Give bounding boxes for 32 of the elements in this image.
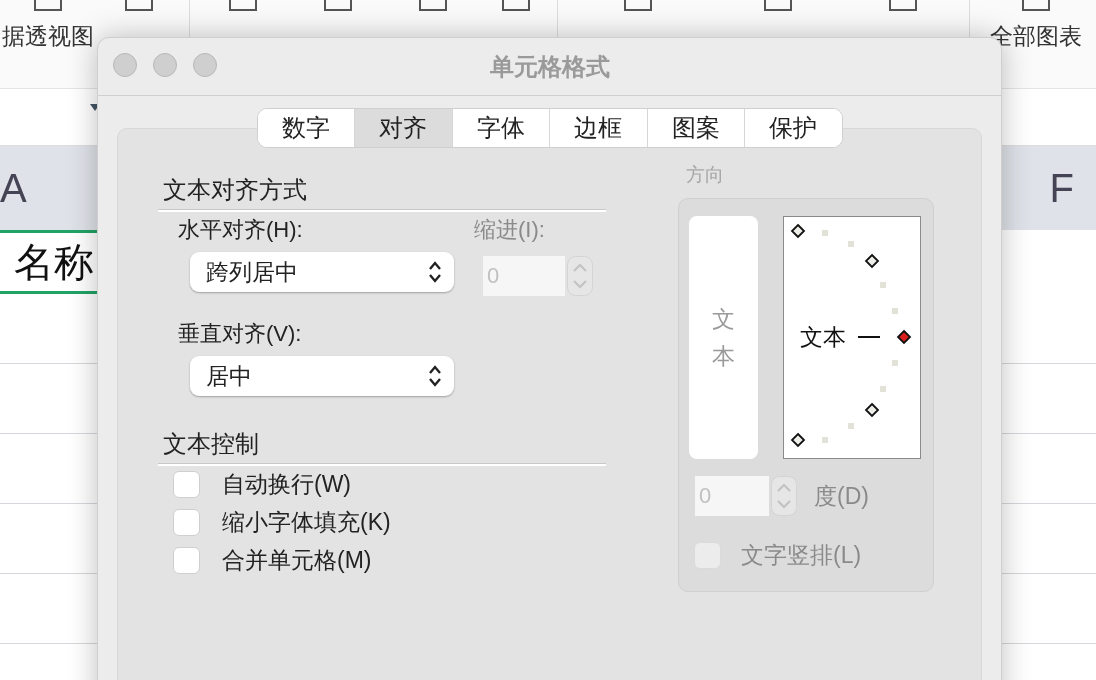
angle-handle[interactable] [790,223,806,239]
toolbar-icon[interactable] [122,0,156,14]
column-header[interactable]: A [0,165,27,211]
checkbox[interactable] [173,508,200,536]
toolbar-label[interactable]: 据透视图 [1,21,94,52]
section-heading: 文本对齐方式 [162,175,308,205]
checkbox-label[interactable]: 自动换行(W) [222,470,352,498]
field-label: 水平对齐(H): [178,216,304,244]
column-header[interactable]: F [1049,165,1074,211]
horizontal-select[interactable]: 跨列居中 [190,252,454,292]
toolbar-icon[interactable] [1019,0,1053,14]
checkbox[interactable] [173,546,200,574]
tab[interactable]: 对齐 [355,109,453,147]
angle-handle[interactable] [864,253,880,269]
window-title: 单元格格式 [489,51,610,82]
section-heading: 方向 [685,163,725,187]
angle-handle[interactable] [896,329,912,345]
updown-icon [428,260,442,284]
updown-icon [428,364,442,388]
tab[interactable]: 数字 [257,109,355,147]
orientation-dial[interactable]: 文本 [783,216,921,459]
checkbox[interactable] [173,470,200,498]
angle-handle[interactable] [864,402,880,418]
angle-handle[interactable] [790,432,806,448]
field-label: 度(D) [814,481,869,511]
field-label: 缩进(I): [474,216,546,244]
field-label: 垂直对齐(V): [178,320,303,348]
checkbox-label[interactable]: 合并单元格(M) [222,546,372,574]
checkbox-label[interactable]: 缩小字体填充(K) [222,508,391,536]
section-heading: 文本控制 [162,429,260,459]
vertical-select[interactable]: 居中 [190,356,454,396]
dial-text: 文本 [800,324,846,350]
